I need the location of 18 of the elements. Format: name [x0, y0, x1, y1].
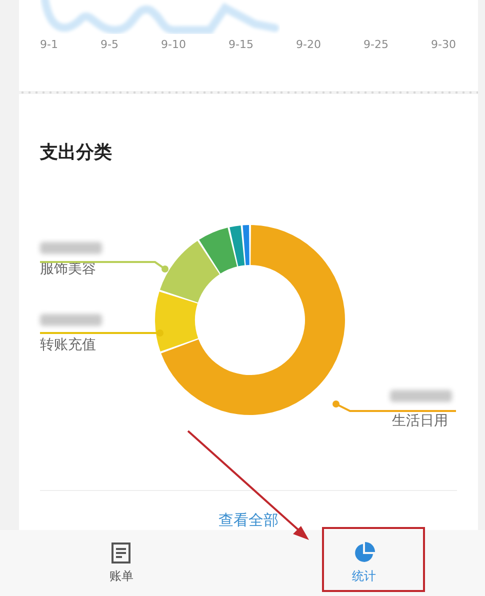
axis-label: 9-1 — [40, 38, 58, 51]
axis-label: 9-25 — [364, 38, 388, 51]
pie-chart-icon — [352, 542, 375, 564]
axis-label: 9-30 — [431, 38, 456, 51]
blurred-amount — [390, 390, 452, 402]
view-all-link[interactable]: 查看全部 — [218, 511, 278, 530]
category-label: 转账充值 — [40, 336, 96, 354]
list-icon — [111, 542, 132, 564]
nav-tab[interactable]: 账单 — [0, 530, 242, 596]
section-title: 支出分类 — [40, 141, 112, 164]
nav-tab[interactable]: 统计 — [242, 530, 485, 596]
axis-label: 9-15 — [228, 38, 254, 51]
blurred-amount — [40, 242, 102, 254]
axis-label: 9-5 — [100, 38, 118, 51]
category-label: 生活日用 — [392, 412, 448, 430]
axis-label: 9-20 — [296, 38, 321, 51]
axis-label: 9-10 — [161, 38, 186, 51]
blurred-amount — [40, 314, 102, 326]
